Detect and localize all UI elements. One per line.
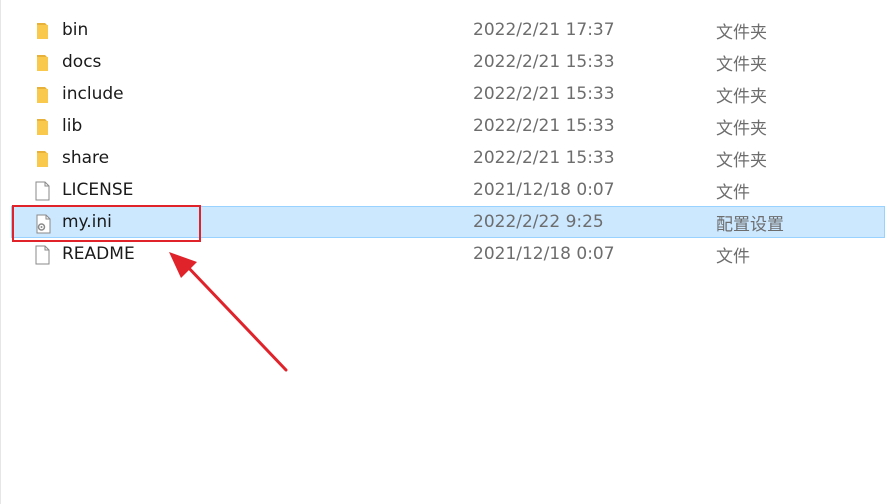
- file-date: 2021/12/18 0:07: [473, 180, 615, 200]
- file-type: 配置设置: [716, 214, 784, 235]
- file-row-readme[interactable]: README 2021/12/18 0:07 文件: [1, 238, 885, 270]
- file-row-share[interactable]: share 2022/2/21 15:33 文件夹: [1, 142, 885, 174]
- file-name: README: [62, 244, 135, 264]
- file-row-docs[interactable]: docs 2022/2/21 15:33 文件夹: [1, 46, 885, 78]
- file-date: 2022/2/21 15:33: [473, 52, 615, 72]
- file-type: 文件夹: [716, 54, 767, 75]
- folder-icon: [33, 21, 51, 41]
- folder-icon: [33, 53, 51, 73]
- file-icon: [33, 181, 51, 201]
- file-name: share: [62, 148, 110, 168]
- folder-icon: [33, 85, 51, 105]
- file-type: 文件: [716, 182, 750, 203]
- file-name: my.ini: [62, 212, 112, 232]
- folder-icon: [33, 117, 51, 137]
- file-row-include[interactable]: include 2022/2/21 15:33 文件夹: [1, 78, 885, 110]
- file-type: 文件: [716, 246, 750, 267]
- file-type: 文件夹: [716, 118, 767, 139]
- file-row-license[interactable]: LICENSE 2021/12/18 0:07 文件: [1, 174, 885, 206]
- config-file-icon: [34, 214, 52, 234]
- file-list: bin 2022/2/21 17:37 文件夹 docs 2022/2/21 1…: [1, 14, 885, 270]
- file-name: lib: [62, 116, 83, 136]
- file-date: 2022/2/21 15:33: [473, 116, 615, 136]
- file-row-my-ini[interactable]: my.ini 2022/2/22 9:25 配置设置: [11, 206, 885, 238]
- file-name: docs: [62, 52, 102, 72]
- folder-icon: [33, 149, 51, 169]
- file-date: 2022/2/22 9:25: [473, 212, 604, 232]
- file-name: include: [62, 84, 124, 104]
- file-explorer-pane: bin 2022/2/21 17:37 文件夹 docs 2022/2/21 1…: [0, 0, 885, 504]
- file-date: 2021/12/18 0:07: [473, 244, 615, 264]
- file-row-bin[interactable]: bin 2022/2/21 17:37 文件夹: [1, 14, 885, 46]
- file-name: bin: [62, 20, 89, 40]
- file-icon: [33, 245, 51, 265]
- file-type: 文件夹: [716, 150, 767, 171]
- file-name: LICENSE: [62, 180, 134, 200]
- file-type: 文件夹: [716, 86, 767, 107]
- file-date: 2022/2/21 15:33: [473, 148, 615, 168]
- file-date: 2022/2/21 15:33: [473, 84, 615, 104]
- file-row-lib[interactable]: lib 2022/2/21 15:33 文件夹: [1, 110, 885, 142]
- file-type: 文件夹: [716, 22, 767, 43]
- file-date: 2022/2/21 17:37: [473, 20, 615, 40]
